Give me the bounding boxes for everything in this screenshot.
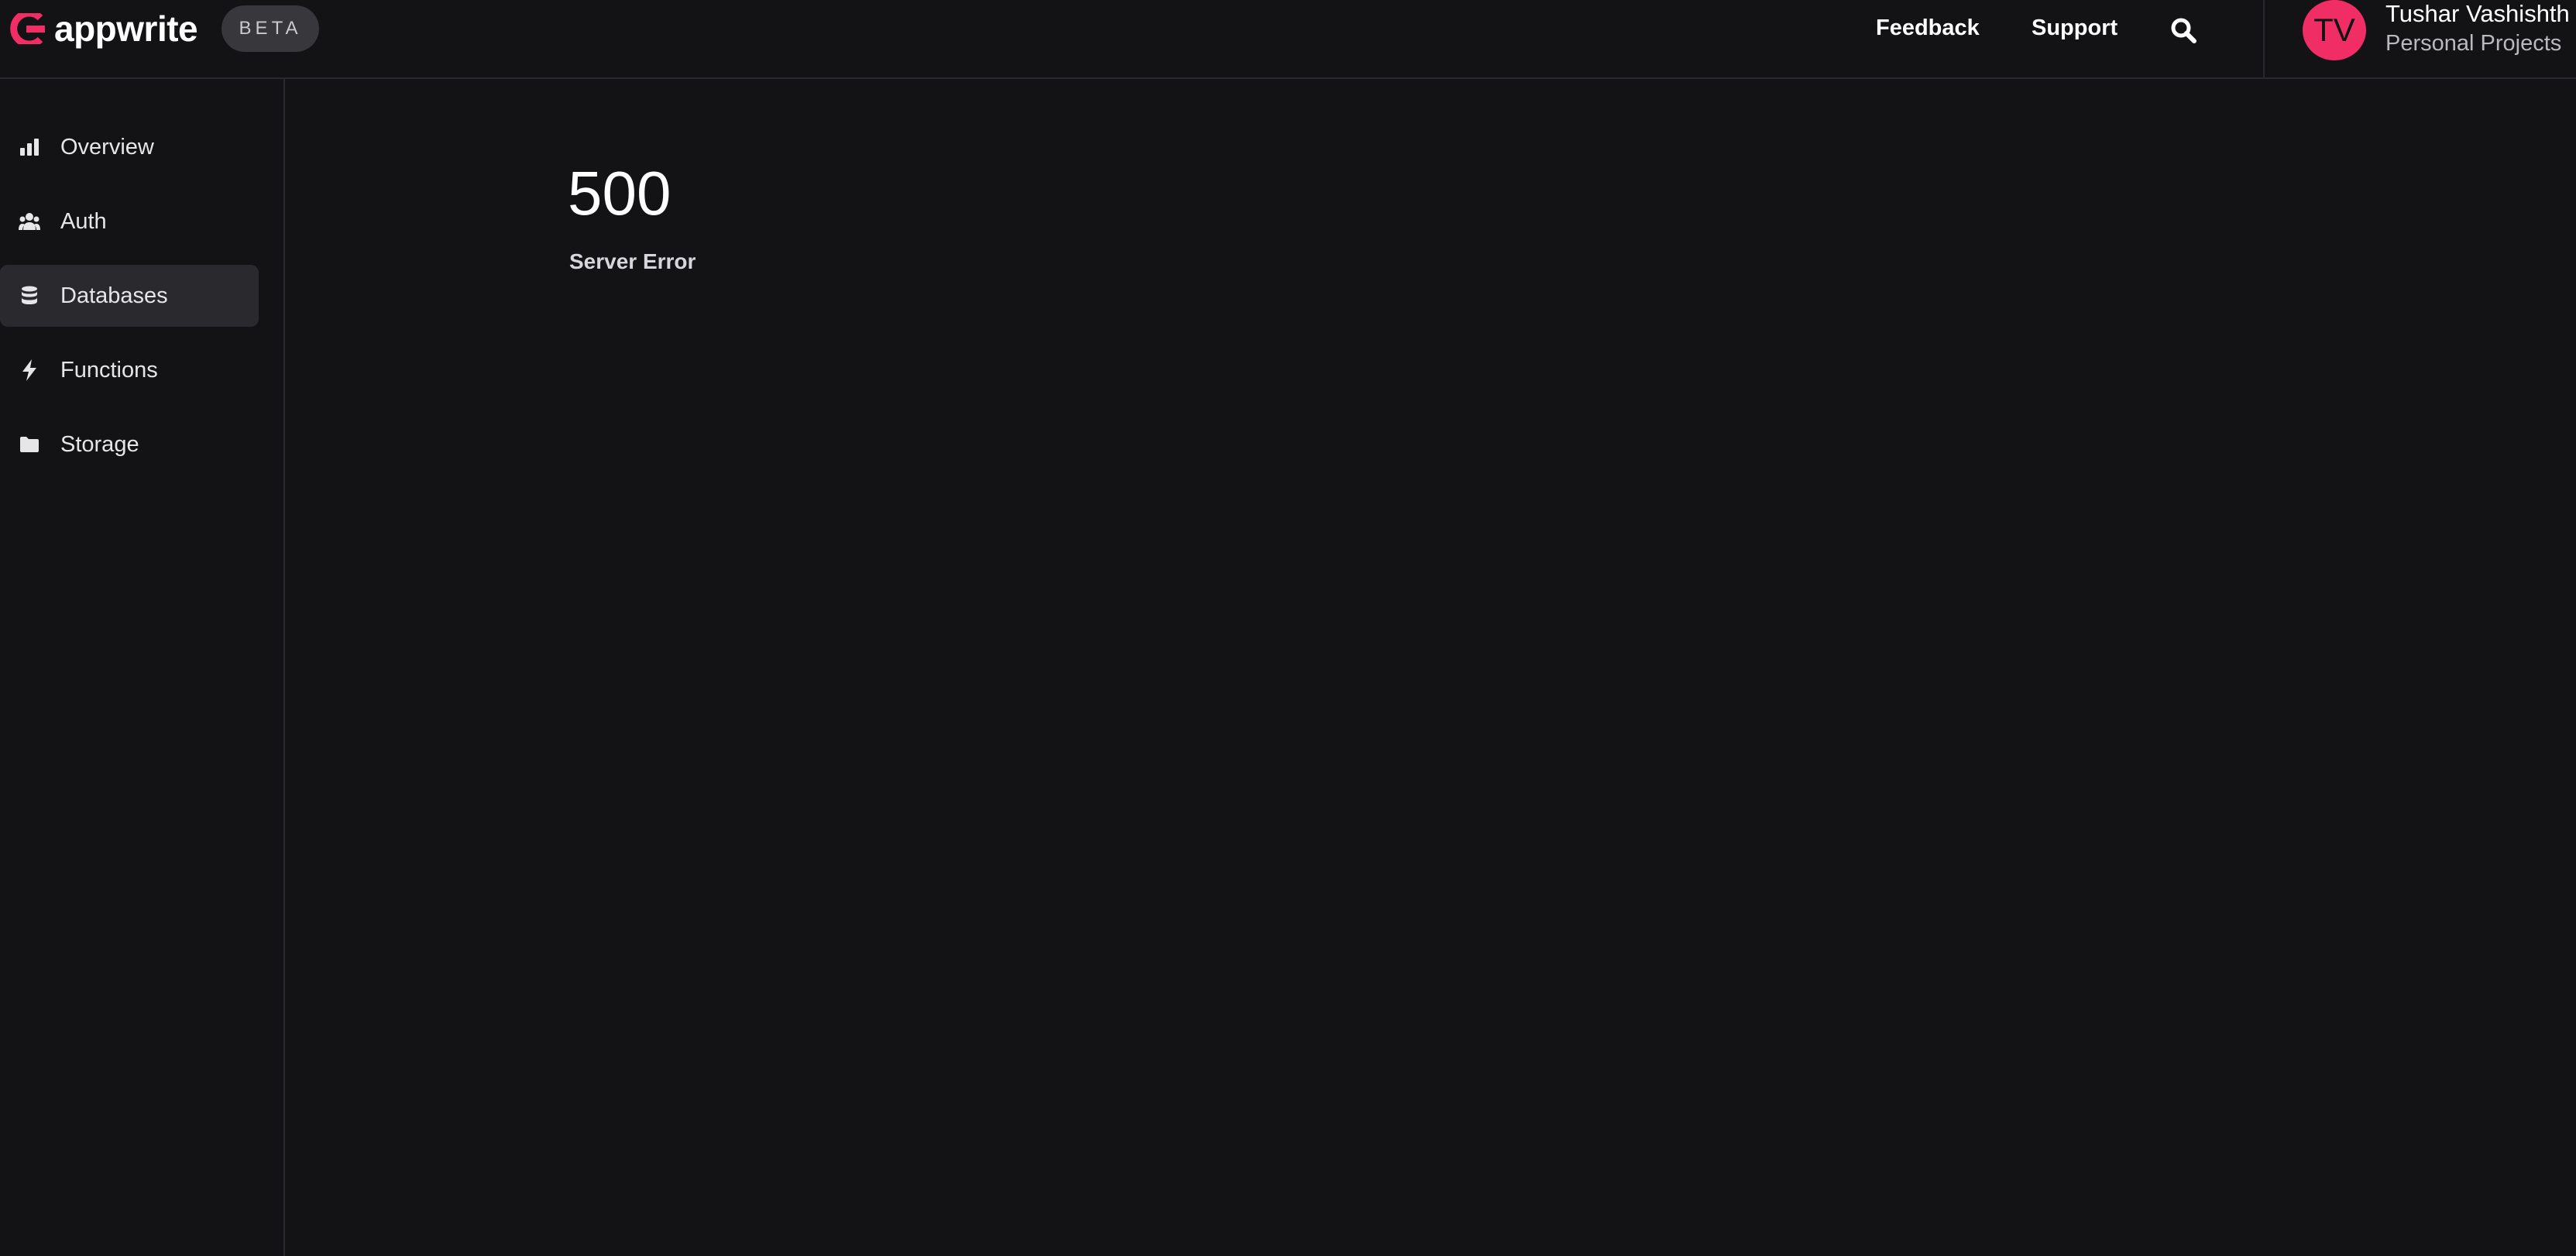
folder-icon (19, 434, 40, 455)
sidebar-item-label: Overview (60, 134, 154, 160)
sidebar: Overview Auth Databases Functions Storag… (0, 79, 285, 1256)
feedback-link[interactable]: Feedback (1876, 12, 1980, 43)
logo-text: appwrite (54, 9, 198, 49)
sidebar-item-storage[interactable]: Storage (0, 414, 259, 475)
error-code: 500 (568, 159, 671, 228)
database-icon (19, 285, 40, 307)
organization-name[interactable]: Personal Projects (2385, 29, 2561, 57)
sidebar-item-auth[interactable]: Auth (0, 190, 259, 252)
error-message: Server Error (569, 249, 696, 273)
sidebar-item-functions[interactable]: Functions (0, 339, 259, 401)
users-icon (19, 211, 40, 232)
search-icon (2171, 18, 2196, 43)
top-bar: appwrite BETA Feedback Support TV Tushar… (0, 0, 2576, 79)
lightning-icon (19, 359, 40, 381)
sidebar-item-label: Functions (60, 357, 158, 383)
sidebar-item-label: Auth (60, 208, 107, 234)
sidebar-item-databases[interactable]: Databases (0, 265, 259, 327)
avatar[interactable]: TV (2303, 0, 2366, 60)
header-divider (2263, 0, 2265, 77)
support-link[interactable]: Support (2032, 12, 2117, 43)
sidebar-item-overview[interactable]: Overview (0, 116, 259, 178)
beta-badge: BETA (222, 5, 319, 52)
sidebar-item-label: Databases (60, 283, 168, 308)
appwrite-logo-icon (10, 13, 45, 44)
search-button[interactable] (2169, 15, 2200, 46)
user-name[interactable]: Tushar Vashishth (2385, 0, 2570, 28)
sidebar-item-label: Storage (60, 431, 139, 457)
appwrite-logo[interactable]: appwrite (9, 9, 198, 49)
bar-chart-icon (19, 136, 40, 158)
